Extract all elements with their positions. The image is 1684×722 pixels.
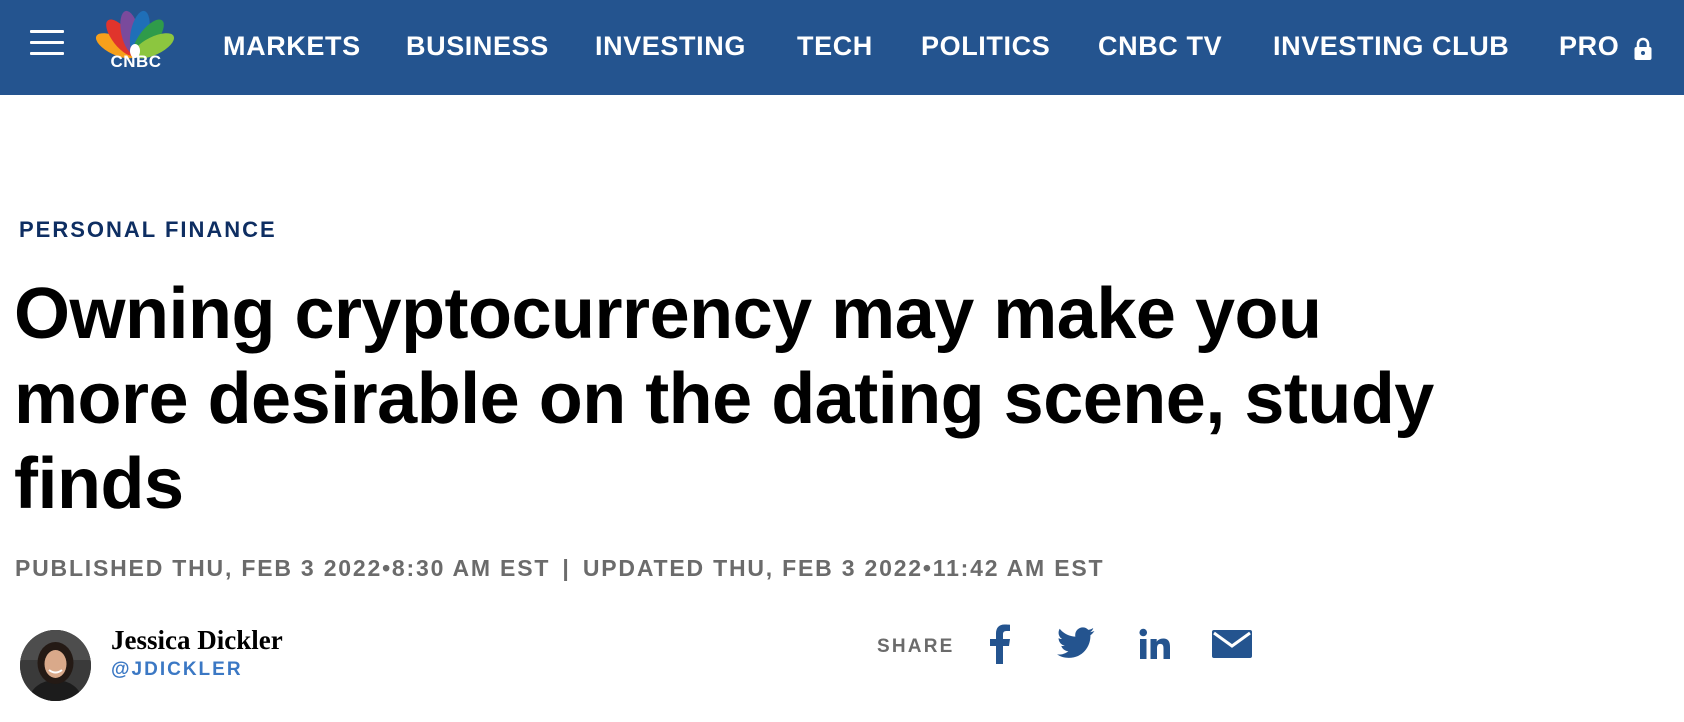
- date-separator: |: [562, 555, 571, 581]
- updated-date: UPDATED THU, FEB 3 2022•11:42 AM EST: [582, 555, 1105, 581]
- nav-item-business[interactable]: BUSINESS: [406, 31, 549, 62]
- nav-item-markets[interactable]: MARKETS: [223, 31, 361, 62]
- cnbc-logo-text: CNBC: [110, 52, 162, 71]
- linkedin-icon[interactable]: [1139, 628, 1171, 660]
- lock-icon: [1634, 37, 1652, 60]
- nav-item-cnbc-tv[interactable]: CNBC TV: [1098, 31, 1222, 62]
- nav-item-pro[interactable]: PRO: [1559, 31, 1619, 62]
- author-name[interactable]: Jessica Dickler: [111, 625, 283, 656]
- nav-item-tech[interactable]: TECH: [797, 31, 873, 62]
- nav-item-investing-club[interactable]: INVESTING CLUB: [1273, 31, 1509, 62]
- author-avatar[interactable]: [20, 630, 91, 701]
- facebook-icon[interactable]: [985, 624, 1013, 664]
- menu-icon[interactable]: [30, 28, 64, 56]
- share-label: SHARE: [877, 636, 955, 657]
- top-navbar: CNBC MARKETS BUSINESS INVESTING TECH POL…: [0, 0, 1684, 95]
- nav-item-politics[interactable]: POLITICS: [921, 31, 1050, 62]
- email-icon[interactable]: [1212, 630, 1252, 658]
- twitter-icon[interactable]: [1057, 627, 1095, 659]
- author-handle[interactable]: @JDICKLER: [111, 659, 243, 681]
- article-headline: Owning cryptocurrency may make you more …: [14, 274, 1434, 524]
- author-photo: [20, 630, 91, 701]
- article-dates: PUBLISHED THU, FEB 3 2022•8:30 AM EST | …: [15, 555, 1104, 582]
- category-link[interactable]: PERSONAL FINANCE: [19, 217, 277, 243]
- published-date: PUBLISHED THU, FEB 3 2022•8:30 AM EST: [15, 555, 551, 581]
- nav-item-investing[interactable]: INVESTING: [595, 31, 746, 62]
